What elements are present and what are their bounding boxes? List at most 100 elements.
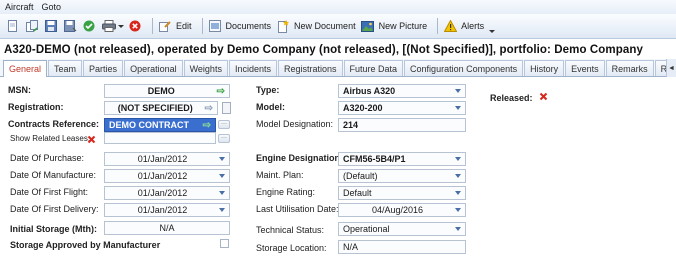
chevron-down-icon[interactable] — [455, 191, 461, 195]
date-of-first-flight-field[interactable]: 01/Jan/2012 — [104, 186, 230, 200]
contracts-reference-value: DEMO CONTRACT — [109, 120, 189, 130]
tab-general[interactable]: General — [3, 60, 48, 77]
date-of-purchase-label: Date Of Purchase: — [10, 153, 85, 163]
engine-rating-label: Engine Rating: — [256, 187, 316, 197]
tab-configuration-components[interactable]: Configuration Components — [404, 60, 524, 76]
page-title-bar: A320-DEMO (not released), operated by De… — [0, 40, 676, 59]
technical-status-field[interactable]: Operational — [338, 222, 466, 236]
toolbar-overflow-arrow[interactable] — [489, 29, 496, 33]
maint-plan-field[interactable]: (Default) — [338, 169, 466, 183]
navigate-arrow-icon[interactable]: ⇨ — [203, 120, 211, 131]
chevron-down-icon[interactable] — [219, 208, 225, 212]
initial-storage-label: Initial Storage (Mth): — [10, 224, 97, 234]
date-of-first-delivery-value: 01/Jan/2012 — [137, 205, 188, 215]
contracts-reference-field[interactable]: DEMO CONTRACT ⇨ — [104, 118, 216, 132]
date-of-manufacture-field[interactable]: 01/Jan/2012 — [104, 169, 230, 183]
engine-designation-field[interactable]: CFM56-5B4/P1 — [338, 152, 466, 166]
lookup-button[interactable]: ··· — [218, 120, 230, 129]
date-of-first-delivery-field[interactable]: 01/Jan/2012 — [104, 203, 230, 217]
storage-location-field[interactable]: N/A — [338, 240, 466, 254]
model-label: Model: — [256, 102, 285, 112]
type-value: Airbus A320 — [343, 86, 396, 96]
new-document-button[interactable]: New Document — [276, 19, 356, 33]
approve-icon[interactable] — [82, 19, 96, 33]
close-icon[interactable] — [87, 135, 96, 144]
engine-designation-value: CFM56-5B4/P1 — [343, 154, 406, 164]
new-page-icon[interactable] — [6, 19, 20, 33]
storage-location-value: N/A — [343, 242, 359, 252]
model-field[interactable]: A320-200 — [338, 101, 466, 115]
warning-icon — [443, 19, 457, 33]
menu-aircraft[interactable]: Aircraft — [5, 2, 34, 12]
technical-status-label: Technical Status: — [256, 225, 325, 235]
tab-weights[interactable]: Weights — [183, 60, 228, 76]
date-of-first-flight-value: 01/Jan/2012 — [137, 188, 188, 198]
tab-history[interactable]: History — [524, 60, 565, 76]
tab-operational[interactable]: Operational — [124, 60, 183, 76]
page-title: A320-DEMO (not released), operated by De… — [4, 43, 644, 56]
save-close-icon[interactable] — [63, 19, 77, 33]
delete-icon[interactable] — [128, 19, 142, 33]
chevron-down-icon[interactable] — [455, 227, 461, 231]
copy-page-icon[interactable] — [25, 19, 39, 33]
tab-team[interactable]: Team — [48, 60, 83, 76]
tab-registrations[interactable]: Registrations — [277, 60, 343, 76]
general-form: MSN: DEMO ⇨ Registration: (NOT SPECIFIED… — [0, 78, 676, 258]
storage-approved-checkbox[interactable] — [220, 239, 229, 248]
date-of-purchase-field[interactable]: 01/Jan/2012 — [104, 152, 230, 166]
picture-icon — [361, 19, 375, 33]
tab-parties[interactable]: Parties — [83, 60, 124, 76]
tab-remarks[interactable]: Remarks — [605, 60, 654, 76]
toolbar-separator — [437, 18, 439, 34]
storage-approved-label: Storage Approved by Manufacturer — [10, 240, 161, 250]
chevron-down-icon[interactable] — [455, 208, 461, 212]
last-utilisation-date-label: Last Utilisation Date: — [256, 204, 339, 214]
chevron-down-icon[interactable] — [219, 191, 225, 195]
msn-field[interactable]: DEMO ⇨ — [104, 84, 230, 98]
engine-designation-label: Engine Designation: — [256, 153, 344, 163]
released-label: Released: — [490, 93, 533, 103]
new-document-icon — [276, 19, 290, 33]
documents-label: Documents — [225, 21, 272, 31]
engine-rating-field[interactable]: Default — [338, 186, 466, 200]
chevron-down-icon[interactable] — [455, 174, 461, 178]
last-utilisation-date-field[interactable]: 04/Aug/2016 — [338, 203, 466, 217]
date-of-manufacture-value: 01/Jan/2012 — [137, 171, 188, 181]
tab-events[interactable]: Events — [565, 60, 605, 76]
chevron-down-icon[interactable] — [219, 157, 225, 161]
new-picture-button[interactable]: New Picture — [361, 19, 427, 33]
edit-button[interactable]: Edit — [158, 19, 192, 33]
model-designation-field[interactable]: 214 — [338, 118, 466, 132]
tab-scroll-left-button[interactable]: ◄ — [666, 59, 676, 77]
show-related-leases-label: Show Related Leases: — [10, 134, 91, 143]
tab-incidents[interactable]: Incidents — [228, 60, 277, 76]
documents-button[interactable]: Documents — [208, 19, 272, 33]
chevron-down-icon[interactable] — [455, 106, 461, 110]
date-of-first-flight-label: Date Of First Flight: — [10, 187, 89, 197]
toolbar-separator — [152, 18, 153, 34]
menu-goto[interactable]: Goto — [42, 2, 62, 12]
chevron-down-icon[interactable] — [219, 174, 225, 178]
navigate-arrow-icon[interactable]: ⇨ — [205, 103, 213, 114]
document-icon[interactable] — [220, 101, 234, 115]
initial-storage-field[interactable]: N/A — [104, 221, 230, 235]
navigate-arrow-icon[interactable]: ⇨ — [217, 86, 225, 97]
print-dropdown-arrow[interactable] — [118, 24, 124, 28]
save-icon[interactable] — [44, 19, 58, 33]
registration-field[interactable]: (NOT SPECIFIED) ⇨ — [104, 101, 218, 115]
lookup-button[interactable]: ··· — [218, 134, 230, 143]
model-designation-label: Model Designation: — [256, 119, 334, 129]
contracts-reference-list[interactable] — [104, 132, 216, 144]
print-icon[interactable] — [101, 19, 117, 33]
documents-icon — [208, 19, 222, 33]
edit-icon — [158, 19, 172, 33]
engine-rating-value: Default — [343, 188, 372, 198]
toolbar-separator — [201, 18, 203, 34]
chevron-down-icon[interactable] — [455, 157, 461, 161]
tab-future-data[interactable]: Future Data — [343, 60, 404, 76]
type-field[interactable]: Airbus A320 — [338, 84, 466, 98]
alerts-button[interactable]: Alerts — [443, 19, 484, 33]
new-document-label: New Document — [294, 21, 356, 31]
menu-bar: Aircraft Goto — [0, 0, 676, 14]
chevron-down-icon[interactable] — [455, 89, 461, 93]
